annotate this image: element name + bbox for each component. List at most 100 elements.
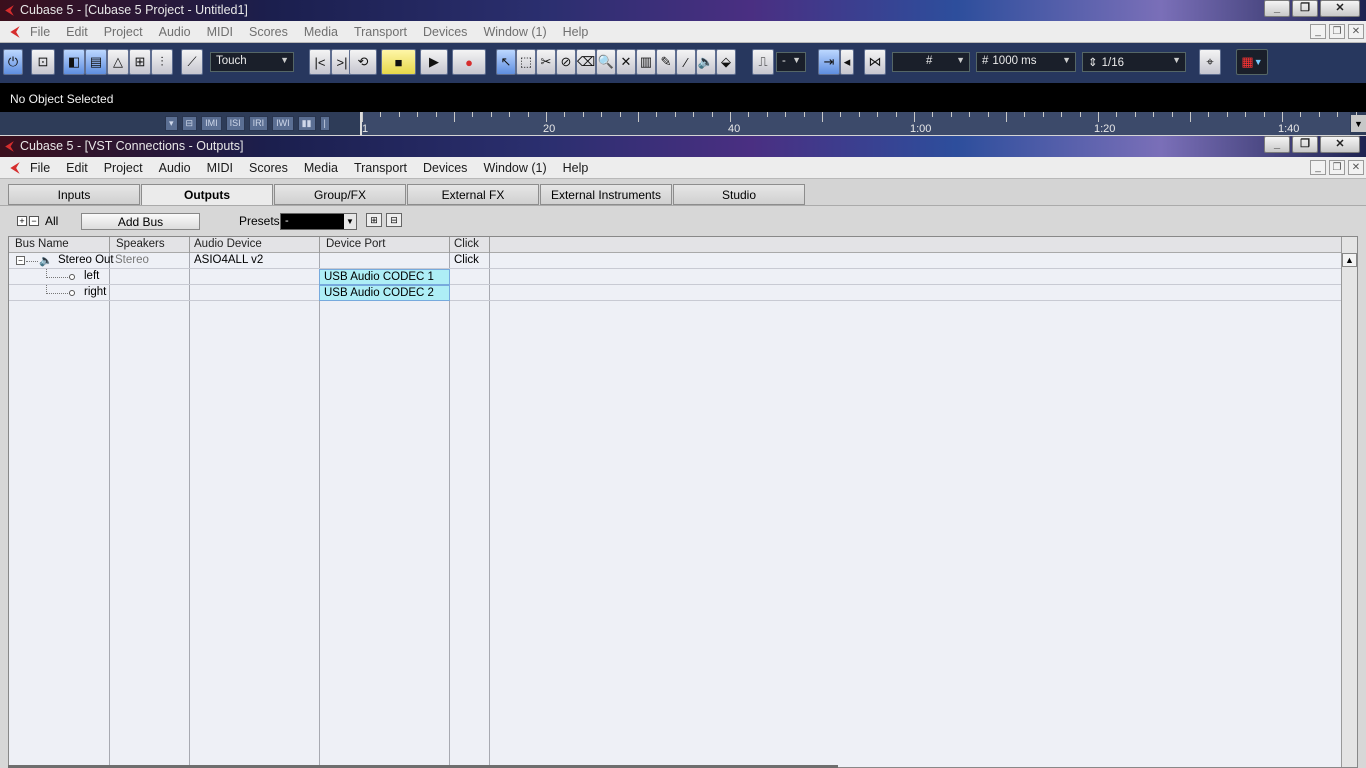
- menu-file[interactable]: File: [30, 161, 50, 175]
- table-row[interactable]: − 🔈 Stereo Out Stereo ASIO4ALL v2 Click: [9, 253, 1341, 269]
- menu-edit[interactable]: Edit: [66, 161, 88, 175]
- mdi-minimize-button[interactable]: _: [1310, 160, 1326, 175]
- ruler-button-s[interactable]: ISI: [225, 116, 245, 131]
- table-row[interactable]: left USB Audio CODEC 1: [9, 269, 1341, 285]
- menu-transport[interactable]: Transport: [354, 161, 407, 175]
- menu-devices[interactable]: Devices: [423, 25, 467, 39]
- tab-external-fx[interactable]: External FX: [407, 184, 539, 205]
- activate-project-button[interactable]: ⏻: [3, 49, 23, 75]
- ruler-button-1[interactable]: ▾: [165, 116, 178, 131]
- add-bus-button[interactable]: Add Bus: [81, 213, 200, 230]
- menu-scores[interactable]: Scores: [249, 25, 288, 39]
- zoom-tool-icon[interactable]: 🔍: [596, 49, 616, 75]
- snap-type-button[interactable]: ◂: [840, 49, 854, 75]
- table-row[interactable]: right USB Audio CODEC 2: [9, 285, 1341, 301]
- erase-tool-icon[interactable]: ⌫: [576, 49, 596, 75]
- menu-project[interactable]: Project: [104, 25, 143, 39]
- scroll-up-button[interactable]: ▲: [1342, 253, 1357, 267]
- vst-window-titlebar[interactable]: Cubase 5 - [VST Connections - Outputs] _…: [0, 136, 1366, 157]
- presets-dropdown-icon[interactable]: ▼: [344, 214, 356, 229]
- ruler-color-button[interactable]: ▮▮: [297, 116, 316, 131]
- store-preset-icon[interactable]: ⊞: [366, 213, 382, 227]
- menu-midi[interactable]: MIDI: [207, 161, 233, 175]
- range-selection-tool-icon[interactable]: ⬚: [516, 49, 536, 75]
- record-button[interactable]: ●: [452, 49, 486, 75]
- tab-inputs[interactable]: Inputs: [8, 184, 140, 205]
- device-port-cell[interactable]: USB Audio CODEC 1: [319, 269, 450, 285]
- menu-audio[interactable]: Audio: [159, 161, 191, 175]
- split-tool-icon[interactable]: ✂: [536, 49, 556, 75]
- menu-devices[interactable]: Devices: [423, 161, 467, 175]
- ruler-scroll-button[interactable]: ▼: [1351, 115, 1366, 132]
- play-button[interactable]: ▶: [420, 49, 448, 75]
- timeline-ruler[interactable]: ▾ ⊟ IMI ISI IRI IWI ▮▮ | 1 20 40 1:00 1:…: [0, 112, 1366, 135]
- auto-scroll-icon[interactable]: ⎍: [752, 49, 774, 75]
- menu-project[interactable]: Project: [104, 161, 143, 175]
- mdi-minimize-button[interactable]: _: [1310, 24, 1326, 39]
- ruler-button-r[interactable]: IRI: [248, 116, 269, 131]
- ruler-button-m[interactable]: IMI: [201, 116, 222, 131]
- collapse-bus-icon[interactable]: −: [16, 256, 25, 265]
- automation-mode-select[interactable]: Touch ▼: [210, 52, 294, 72]
- tab-studio[interactable]: Studio: [673, 184, 805, 205]
- remove-preset-icon[interactable]: ⊟: [386, 213, 402, 227]
- menu-audio[interactable]: Audio: [159, 25, 191, 39]
- col-speakers[interactable]: Speakers: [110, 237, 190, 253]
- audio-device-cell[interactable]: ASIO4ALL v2: [190, 253, 267, 269]
- tab-group-fx[interactable]: Group/FX: [274, 184, 406, 205]
- presets-select[interactable]: - ▼: [280, 213, 357, 230]
- ruler-button-w[interactable]: IWI: [272, 116, 294, 131]
- device-port-cell[interactable]: USB Audio CODEC 2: [319, 285, 450, 301]
- cubase-menu-logo-icon[interactable]: [8, 161, 22, 175]
- restore-button[interactable]: ❐: [1292, 136, 1318, 153]
- line-tool-icon[interactable]: ∕: [676, 49, 696, 75]
- go-to-start-button[interactable]: |<: [309, 49, 331, 75]
- click-cell[interactable]: Click: [450, 253, 483, 269]
- menu-window[interactable]: Window (1): [483, 25, 546, 39]
- col-device-port[interactable]: Device Port: [320, 237, 450, 253]
- ruler-scale[interactable]: 1 20 40 1:00 1:20 1:40: [360, 112, 1357, 135]
- menu-help[interactable]: Help: [563, 161, 589, 175]
- show-infoline-button[interactable]: ▤: [85, 49, 107, 75]
- mute-tool-icon[interactable]: ✕: [616, 49, 636, 75]
- menu-window[interactable]: Window (1): [483, 161, 546, 175]
- tab-outputs[interactable]: Outputs: [141, 184, 273, 205]
- bus-name-cell[interactable]: Stereo Out: [54, 253, 118, 269]
- close-button[interactable]: ✕: [1320, 0, 1360, 17]
- automation-mode-icon[interactable]: ⟋: [181, 49, 203, 75]
- nudge-palette-button[interactable]: ⌖: [1199, 49, 1221, 75]
- ruler-divider-button[interactable]: |: [319, 116, 330, 131]
- object-selection-tool-icon[interactable]: ↖: [496, 49, 516, 75]
- minimize-button[interactable]: _: [1264, 136, 1290, 153]
- constrain-delay-button[interactable]: ⊡: [31, 49, 55, 75]
- glue-tool-icon[interactable]: ⊘: [556, 49, 576, 75]
- col-click[interactable]: Click: [450, 237, 490, 253]
- channel-left-cell[interactable]: left: [80, 269, 103, 285]
- play-tool-icon[interactable]: 🔈: [696, 49, 716, 75]
- show-overview-button[interactable]: △: [107, 49, 129, 75]
- minimize-button[interactable]: _: [1264, 0, 1290, 17]
- stop-button[interactable]: ■: [381, 49, 416, 75]
- cubase-menu-logo-icon[interactable]: [8, 25, 22, 39]
- quantize-value-select[interactable]: ⇕ 1/16 ▼: [1082, 52, 1186, 72]
- quantize-mode-select[interactable]: - ▼: [776, 52, 806, 72]
- time-warp-tool-icon[interactable]: ▥: [636, 49, 656, 75]
- color-tool-icon[interactable]: ⬙: [716, 49, 736, 75]
- mdi-close-button[interactable]: ✕: [1348, 160, 1364, 175]
- col-bus-name[interactable]: Bus Name: [9, 237, 110, 253]
- menu-edit[interactable]: Edit: [66, 25, 88, 39]
- menu-scores[interactable]: Scores: [249, 161, 288, 175]
- expand-all-icon[interactable]: +: [17, 216, 27, 226]
- close-button[interactable]: ✕: [1320, 136, 1360, 153]
- restore-button[interactable]: ❐: [1292, 0, 1318, 17]
- tab-external-instruments[interactable]: External Instruments: [540, 184, 672, 205]
- expand-all-control[interactable]: + − All: [17, 214, 58, 228]
- snap-on-off-button[interactable]: ⇥: [818, 49, 840, 75]
- collapse-all-icon[interactable]: −: [29, 216, 39, 226]
- menu-media[interactable]: Media: [304, 25, 338, 39]
- cycle-button[interactable]: ⟲: [349, 49, 377, 75]
- menu-file[interactable]: File: [30, 25, 50, 39]
- mdi-restore-button[interactable]: ❐: [1329, 24, 1345, 39]
- open-pool-button[interactable]: ⊞: [129, 49, 151, 75]
- vertical-scrollbar[interactable]: ▲: [1341, 237, 1357, 767]
